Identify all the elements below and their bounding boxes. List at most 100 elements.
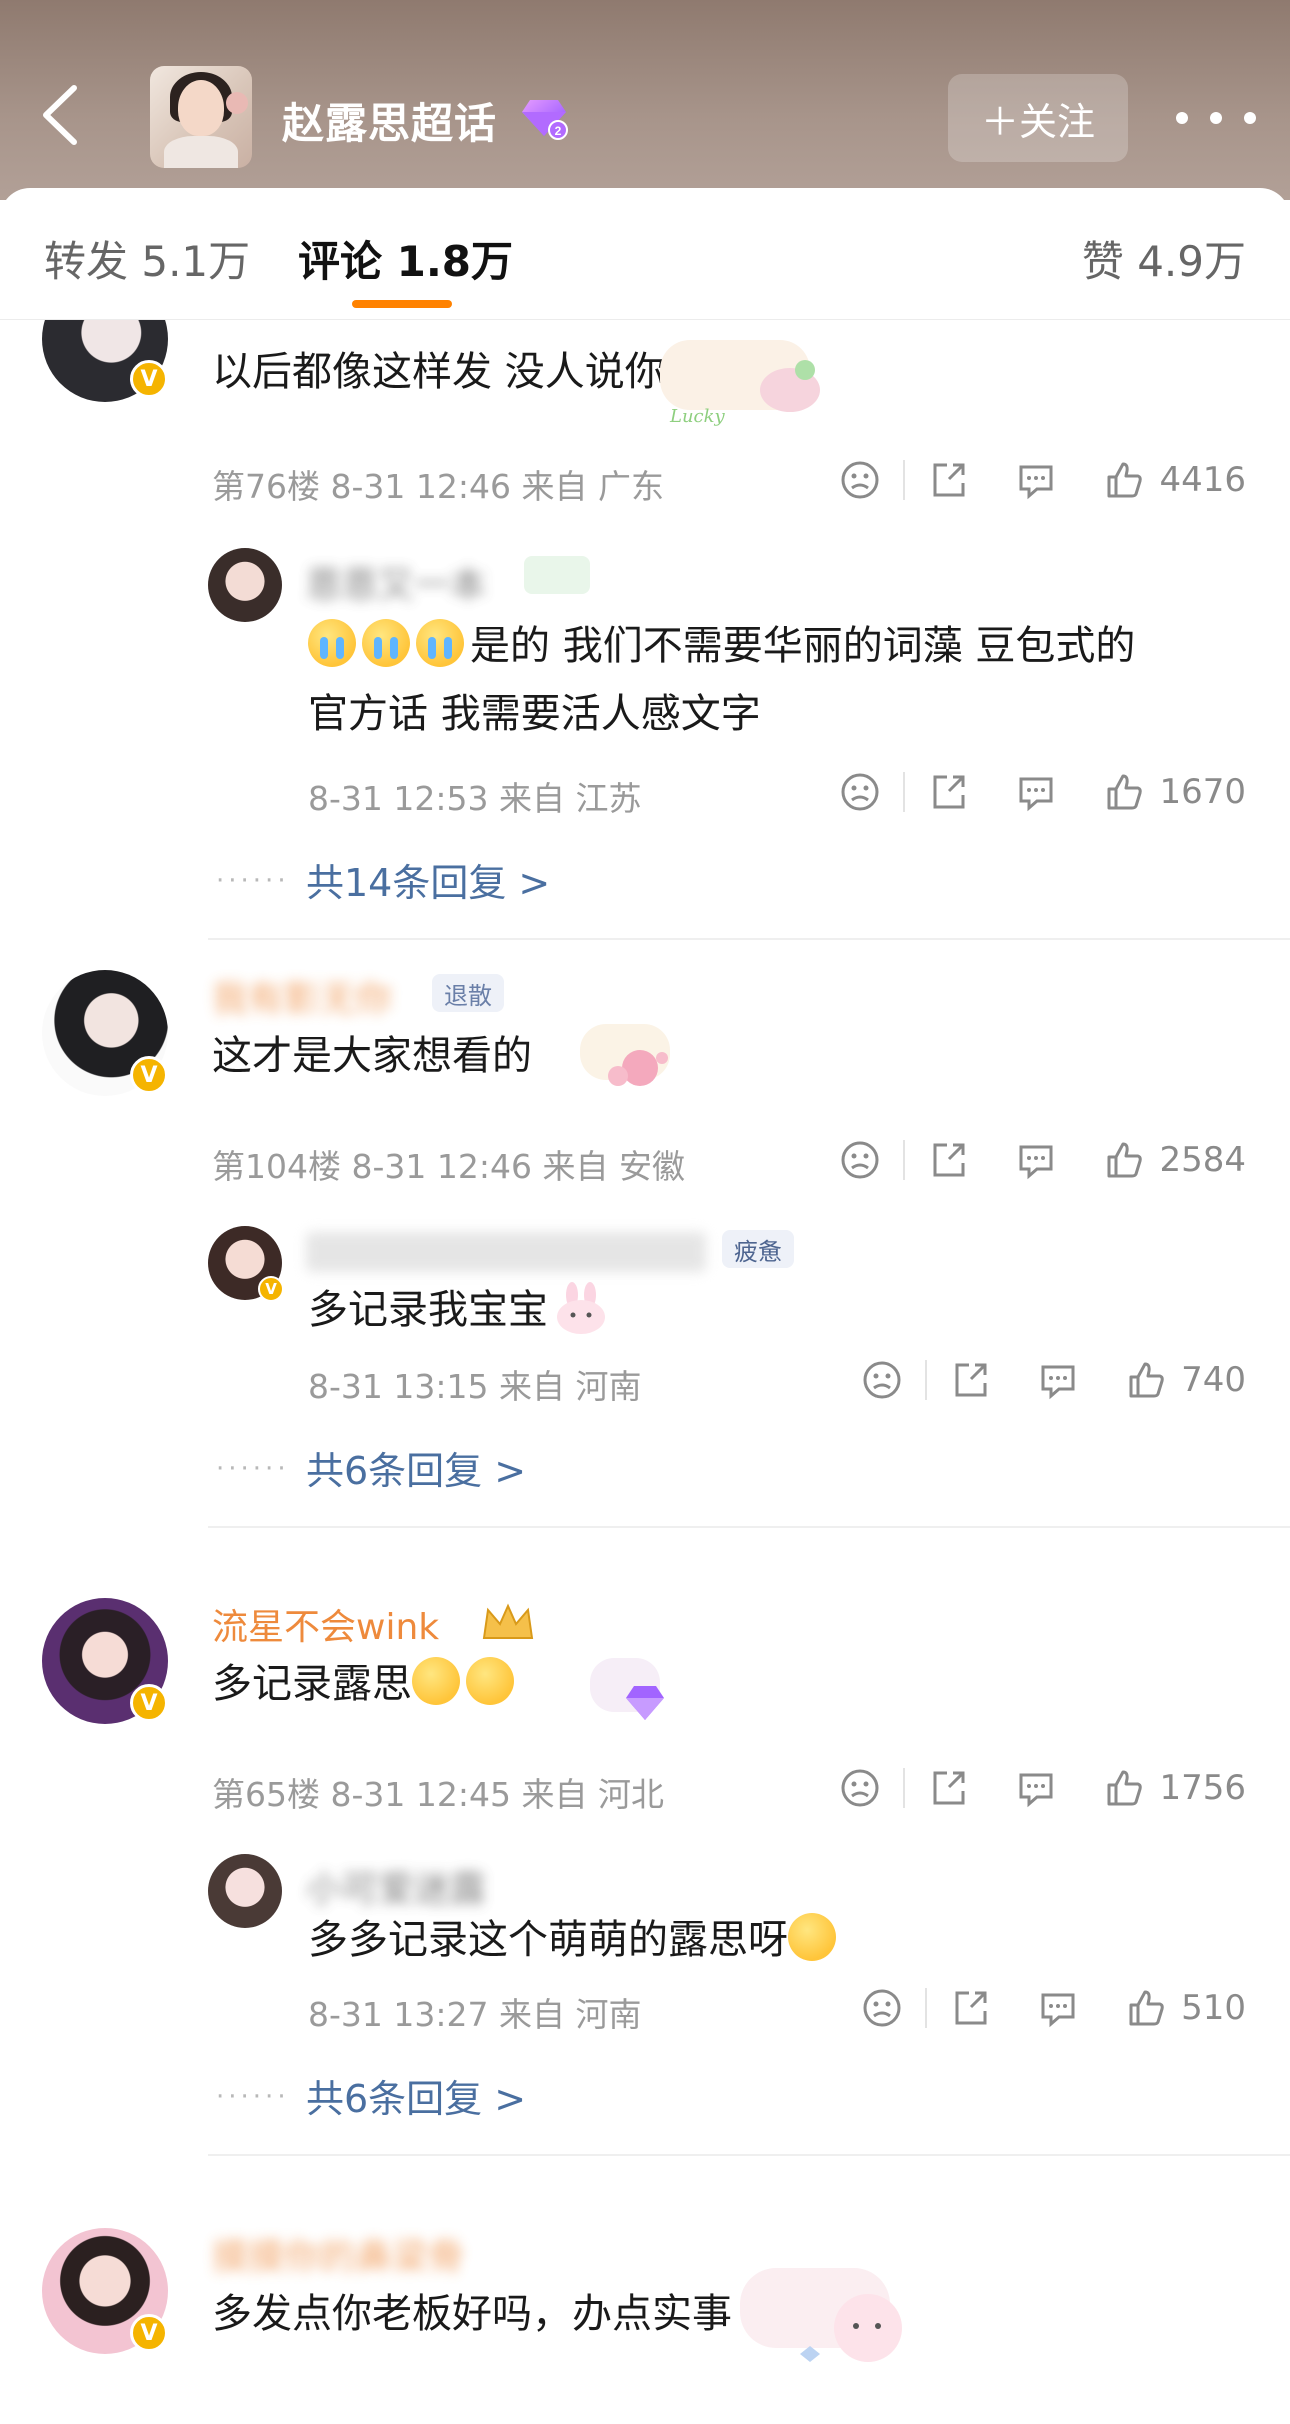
verified-badge: V (130, 1056, 168, 1094)
thumbs-up-icon (1107, 774, 1143, 810)
like-button[interactable]: 1670 (1103, 771, 1246, 813)
comment-bubble-icon (1019, 777, 1053, 812)
reply-username[interactable] (306, 1232, 706, 1272)
share-icon (933, 775, 965, 809)
share-button[interactable] (949, 1359, 991, 1401)
lucky-sticker-icon: Lucky (660, 340, 820, 427)
like-button[interactable]: 510 (1125, 1987, 1246, 2029)
share-button[interactable] (927, 771, 969, 813)
verified-badge: V (130, 360, 168, 398)
comment-item: V 我有影无你 退散 这才是大家想看的 第104楼 8-31 12:46 来自 … (0, 960, 1290, 1588)
reply-button[interactable] (1015, 771, 1057, 813)
sad-face-icon (863, 1361, 901, 1399)
like-button[interactable]: 4416 (1103, 459, 1246, 501)
thumbs-up-icon (1107, 462, 1143, 498)
laughing-emoji-icon (788, 1913, 836, 1961)
reply-avatar[interactable] (208, 548, 282, 622)
thumbs-up-icon (1129, 1990, 1164, 2026)
bunny-emoji-icon (557, 1282, 605, 1334)
more-replies-link[interactable]: 共6条回复 > (306, 2068, 526, 2123)
like-button[interactable]: 740 (1125, 1359, 1246, 1401)
share-icon (955, 1991, 987, 2025)
topic-avatar[interactable] (150, 66, 252, 168)
tab-bar: 转发 5.1万 评论 1.8万 赞 4.9万 (0, 188, 1290, 320)
share-icon (933, 463, 965, 497)
dislike-button[interactable] (861, 1987, 903, 2029)
top-bar: 赵露思超话 2 ＋关注 (0, 0, 1290, 200)
comment-meta: 第104楼 8-31 12:46 来自 安徽 (212, 1147, 685, 1186)
kiss-emoji-icon (412, 1657, 460, 1705)
comment-item: V 以后都像这样发 没人说你 Lucky 第76楼 8-31 12:46 来自 … (0, 320, 1290, 960)
dislike-button[interactable] (839, 1767, 881, 1809)
like-count: 1670 (1159, 772, 1246, 812)
back-arrow-icon (43, 85, 77, 145)
reply-avatar[interactable] (208, 1854, 282, 1928)
like-count: 1756 (1159, 1768, 1246, 1808)
reply-meta: 8-31 13:27 来自 河南 (308, 1995, 642, 2034)
gem-level-icon: 2 (522, 100, 568, 140)
dislike-button[interactable] (839, 771, 881, 813)
tab-comment[interactable]: 评论 1.8万 (298, 228, 513, 289)
comment-feed[interactable]: V 以后都像这样发 没人说你 Lucky 第76楼 8-31 12:46 来自 … (0, 320, 1290, 2424)
reply-actions: 740 (861, 1350, 1246, 1410)
reply-actions: 1670 (839, 762, 1246, 822)
dislike-button[interactable] (839, 459, 881, 501)
sad-face-icon (841, 1769, 879, 1807)
comment-bubble-icon (1019, 1773, 1053, 1808)
reply-text: 多记录我宝宝 (308, 1276, 610, 1344)
comment-bubble-icon (1041, 1993, 1075, 2028)
tab-repost[interactable]: 转发 5.1万 (44, 228, 250, 289)
topic-title[interactable]: 赵露思超话 (282, 90, 497, 151)
like-button[interactable]: 2584 (1103, 1139, 1246, 1181)
comment-actions: 1756 (839, 1758, 1246, 1818)
verified-badge: V (130, 1684, 168, 1722)
thumbs-up-icon (1107, 1770, 1143, 1806)
comment-bubble-icon (1019, 465, 1053, 500)
share-button[interactable] (949, 1987, 991, 2029)
reply-username[interactable]: 小可爱迷露 (306, 1860, 486, 1912)
like-count: 740 (1181, 1360, 1246, 1400)
comment-text: 多发点你老板好吗，办点实事 (212, 2291, 732, 2337)
comment-item: V 流星不会wink 多记录露思 第65楼 8-31 12:45 来自 河北 1… (0, 1588, 1290, 2218)
comment-item: V 摸摸你的鼻梁骨 多发点你老板好吗，办点实事 (0, 2218, 1290, 2424)
username[interactable]: 流星不会wink (212, 1598, 439, 1650)
more-replies-link[interactable]: 共6条回复 > (306, 1440, 526, 1495)
crying-emoji-icon (362, 619, 410, 667)
tab-like[interactable]: 赞 4.9万 (1082, 228, 1246, 289)
reply-button[interactable] (1015, 459, 1057, 501)
more-dots-icon[interactable] (1176, 96, 1256, 140)
reply-button[interactable] (1015, 1139, 1057, 1181)
share-icon (955, 1363, 987, 1397)
thumbs-up-icon (1129, 1362, 1164, 1398)
kiss-emoji-icon (466, 1657, 514, 1705)
comment-text: 这才是大家想看的 (212, 1033, 532, 1079)
share-button[interactable] (927, 459, 969, 501)
user-tag: 退散 (432, 974, 504, 1012)
sad-face-icon (841, 773, 879, 811)
username[interactable]: 我有影无你 (212, 970, 392, 1022)
username[interactable]: 摸摸你的鼻梁骨 (212, 2228, 464, 2280)
like-count: 4416 (1159, 460, 1246, 500)
share-icon (933, 1143, 965, 1177)
reply-actions: 510 (861, 1978, 1246, 2038)
reply-button[interactable] (1037, 1987, 1079, 2029)
comment-bubble-icon (1019, 1145, 1053, 1180)
more-replies-link[interactable]: 共14条回复 > (306, 852, 550, 907)
sad-face-icon (841, 1141, 879, 1179)
reply-button[interactable] (1015, 1767, 1057, 1809)
comment-meta: 第65楼 8-31 12:45 来自 河北 (212, 1775, 664, 1814)
follow-button[interactable]: ＋关注 (948, 74, 1128, 162)
dislike-button[interactable] (861, 1359, 903, 1401)
share-icon (933, 1771, 965, 1805)
share-button[interactable] (927, 1139, 969, 1181)
comment-bubble-icon (1041, 1365, 1075, 1400)
like-count: 510 (1181, 1988, 1246, 2028)
reply-button[interactable] (1037, 1359, 1079, 1401)
reply-username[interactable]: 恩恩又一本 (306, 556, 486, 608)
comment-actions: 2584 (839, 1130, 1246, 1190)
back-button[interactable] (30, 80, 90, 150)
dislike-button[interactable] (839, 1139, 881, 1181)
share-button[interactable] (927, 1767, 969, 1809)
like-button[interactable]: 1756 (1103, 1767, 1246, 1809)
comment-text: 多记录露思 (212, 1650, 520, 1718)
